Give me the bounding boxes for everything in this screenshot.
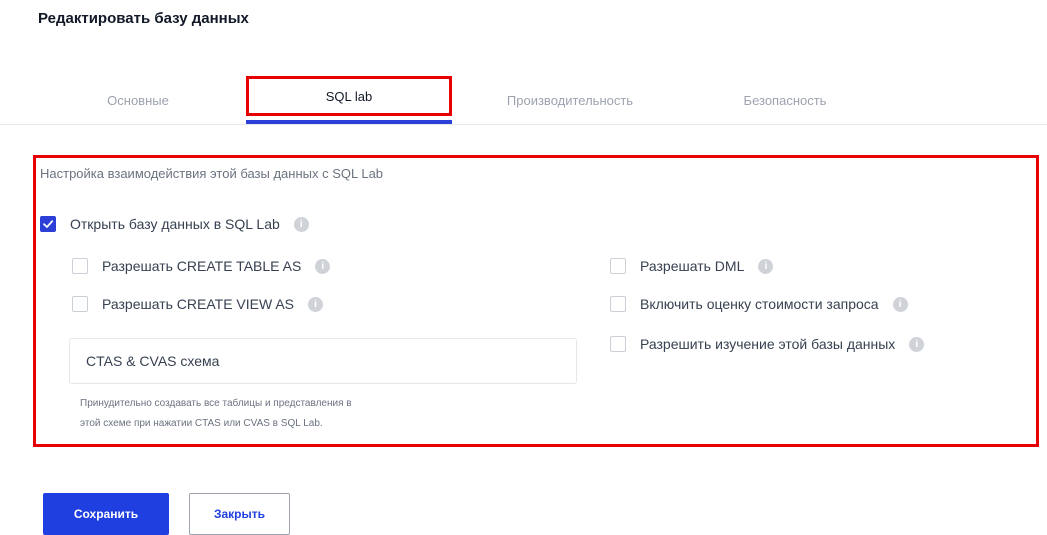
checkbox-expose-in-sql-lab[interactable]: Открыть базу данных в SQL Lab i [40, 216, 309, 232]
checkbox-allow-create-table-as[interactable]: Разрешать CREATE TABLE AS i [72, 258, 331, 274]
helper-text-line: этой схеме при нажатии CTAS или CVAS в S… [80, 418, 323, 429]
page-title: Редактировать базу данных [38, 10, 249, 27]
tab-general[interactable]: Основные [78, 80, 198, 120]
panel-description: Настройка взаимодействия этой базы данны… [40, 166, 384, 181]
input-value: CTAS & CVAS схема [86, 353, 220, 369]
checkbox-unchecked[interactable] [72, 296, 88, 312]
ctas-cvas-schema-input[interactable]: CTAS & CVAS схема [69, 338, 577, 384]
checkbox-label: Разрешать CREATE TABLE AS [102, 258, 302, 274]
info-icon[interactable]: i [892, 296, 908, 312]
checkbox-unchecked[interactable] [610, 296, 626, 312]
tabs-divider [0, 124, 1047, 125]
checkbox-label: Разрешать CREATE VIEW AS [102, 296, 295, 312]
save-button[interactable]: Сохранить [43, 493, 169, 535]
checkbox-unchecked[interactable] [610, 336, 626, 352]
tab-security[interactable]: Безопасность [700, 80, 870, 120]
info-icon[interactable]: i [293, 216, 309, 232]
checkbox-label: Включить оценку стоимости запроса [640, 296, 879, 312]
info-icon[interactable]: i [758, 258, 774, 274]
checkbox-unchecked[interactable] [610, 258, 626, 274]
checkbox-allow-database-explore[interactable]: Разрешить изучение этой базы данных i [610, 336, 925, 352]
info-icon[interactable]: i [909, 336, 925, 352]
checkbox-label: Открыть базу данных в SQL Lab [70, 216, 280, 232]
checkbox-enable-query-cost-estimation[interactable]: Включить оценку стоимости запроса i [610, 296, 908, 312]
info-icon[interactable]: i [308, 296, 324, 312]
checkbox-label: Разрешать DML [640, 258, 745, 274]
checkmark-icon [43, 220, 54, 228]
helper-text-line: Принудительно создавать все таблицы и пр… [80, 398, 352, 409]
tab-performance[interactable]: Производительность [470, 80, 670, 120]
checkbox-unchecked[interactable] [72, 258, 88, 274]
checkbox-allow-dml[interactable]: Разрешать DML i [610, 258, 774, 274]
checkbox-checked[interactable] [40, 216, 56, 232]
info-icon[interactable]: i [315, 258, 331, 274]
checkbox-allow-create-view-as[interactable]: Разрешать CREATE VIEW AS i [72, 296, 324, 312]
tab-bar: Основные SQL lab Производительность Безо… [0, 72, 1047, 124]
tab-sql-lab[interactable]: SQL lab [246, 76, 452, 116]
checkbox-label: Разрешить изучение этой базы данных [640, 336, 896, 352]
schema-helper-text: Принудительно создавать все таблицы и пр… [80, 394, 540, 434]
close-button[interactable]: Закрыть [189, 493, 290, 535]
